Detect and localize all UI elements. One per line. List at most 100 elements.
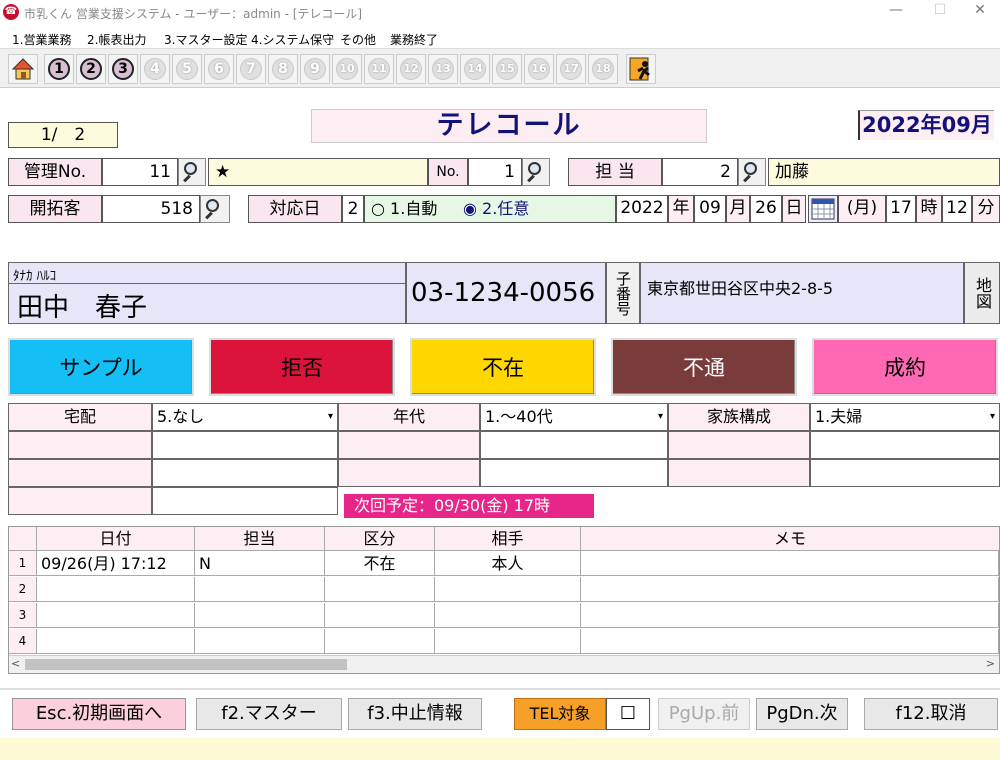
menu-system[interactable]: 4.システム保守	[251, 31, 334, 48]
extra-field-7[interactable]	[152, 487, 338, 515]
cell-date	[37, 629, 195, 654]
tel-target-label: TEL対象	[514, 698, 606, 730]
tanto-label: 担 当	[568, 158, 662, 186]
toolbar-button-14[interactable]: 14	[460, 54, 490, 84]
home-button[interactable]	[8, 54, 38, 84]
horizontal-scrollbar[interactable]: < >	[9, 655, 999, 673]
toolbar-button-4[interactable]: 4	[140, 54, 170, 84]
year-input[interactable]: 2022	[616, 195, 668, 223]
taiou-mode-input[interactable]: 2	[342, 195, 364, 223]
number-10-icon: 10	[336, 58, 358, 80]
takuhai-select[interactable]: 5.なし ▾	[152, 403, 338, 431]
close-button[interactable]: ✕	[960, 2, 1000, 22]
menu-master[interactable]: 3.マスター設定	[164, 31, 247, 48]
extra-label-6	[668, 459, 810, 487]
cell-tanto	[195, 629, 325, 654]
toolbar-button-16[interactable]: 16	[524, 54, 554, 84]
toolbar-button-7[interactable]: 7	[236, 54, 266, 84]
toolbar-button-2[interactable]: 2	[76, 54, 106, 84]
extra-field-6[interactable]	[810, 459, 1000, 487]
no-search-button[interactable]	[522, 158, 550, 186]
extra-label-1	[8, 431, 152, 459]
minimize-button[interactable]: —	[876, 2, 916, 22]
toolbar-button-1[interactable]: 1	[44, 54, 74, 84]
cell-memo	[581, 577, 999, 602]
esc-home-button[interactable]: Esc.初期画面へ	[12, 698, 186, 730]
tanto-input[interactable]: 2	[662, 158, 738, 186]
toolbar-button-8[interactable]: 8	[268, 54, 298, 84]
maximize-button[interactable]: ☐	[920, 2, 960, 22]
scrollbar-thumb[interactable]	[25, 659, 347, 670]
kanri-search-button[interactable]	[178, 158, 206, 186]
extra-field-1[interactable]	[152, 431, 338, 459]
kanri-no-input[interactable]: 11	[102, 158, 178, 186]
menu-eigyo[interactable]: 1.営業業務	[12, 31, 71, 48]
tel-target-checkbox[interactable]: ☐	[606, 698, 650, 730]
day-input[interactable]: 26	[750, 195, 782, 223]
extra-field-2[interactable]	[480, 431, 668, 459]
customer-phone[interactable]: 03-1234-0056	[406, 262, 606, 324]
pgdn-next-button[interactable]: PgDn.次	[756, 698, 848, 730]
menu-exit[interactable]: 業務終了	[390, 31, 438, 48]
toolbar-button-10[interactable]: 10	[332, 54, 362, 84]
pgup-prev-button[interactable]: PgUp.前	[658, 698, 750, 730]
col-memo: メモ	[581, 527, 999, 551]
result-absent-button[interactable]: 不在	[410, 338, 596, 396]
kaitaku-input[interactable]: 518	[102, 195, 200, 223]
menu-chohyo[interactable]: 2.帳表出力	[87, 31, 146, 48]
scroll-left-icon[interactable]: <	[11, 657, 20, 670]
number-1-icon: 1	[48, 58, 70, 80]
toolbar-button-18[interactable]: 18	[588, 54, 618, 84]
toolbar-button-15[interactable]: 15	[492, 54, 522, 84]
result-refuse-button[interactable]: 拒否	[209, 338, 395, 396]
toolbar-button-3[interactable]: 3	[108, 54, 138, 84]
result-contract-button[interactable]: 成約	[812, 338, 998, 396]
toolbar-button-17[interactable]: 17	[556, 54, 586, 84]
number-9-icon: 9	[304, 58, 326, 80]
kobango-label: 子番号	[606, 262, 640, 324]
kazoku-select[interactable]: 1.夫婦 ▾	[810, 403, 1000, 431]
cell-n: 2	[9, 577, 37, 602]
radio-manual[interactable]: ◉ 2.任意	[463, 196, 529, 222]
extra-field-3[interactable]	[810, 431, 1000, 459]
menu-other[interactable]: その他	[340, 31, 376, 48]
f2-master-button[interactable]: f2.マスター	[196, 698, 342, 730]
f3-stop-info-button[interactable]: f3.中止情報	[348, 698, 482, 730]
toolbar-button-11[interactable]: 11	[364, 54, 394, 84]
cell-aite	[435, 629, 581, 654]
result-no-answer-button[interactable]: 不通	[611, 338, 797, 396]
no-input[interactable]: 1	[468, 158, 522, 186]
tanto-search-button[interactable]	[738, 158, 766, 186]
extra-field-4[interactable]	[152, 459, 338, 487]
toolbar-button-6[interactable]: 6	[204, 54, 234, 84]
cell-tanto: N	[195, 551, 325, 576]
customer-address: 東京都世田谷区中央2-8-5	[640, 262, 964, 324]
f12-cancel-button[interactable]: f12.取消	[864, 698, 998, 730]
customer-name-block: ﾀﾅｶ ﾊﾙｺ 田中 春子	[8, 262, 406, 324]
col-date: 日付	[37, 527, 195, 551]
toolbar-button-12[interactable]: 12	[396, 54, 426, 84]
kaitaku-search-button[interactable]	[200, 195, 230, 223]
radio-auto[interactable]: ○ 1.自動	[371, 196, 437, 222]
exit-work-button[interactable]	[626, 54, 656, 84]
chevron-down-icon: ▾	[327, 411, 333, 422]
hour-input[interactable]: 17	[886, 195, 916, 223]
toolbar-button-9[interactable]: 9	[300, 54, 330, 84]
extra-field-5[interactable]	[480, 459, 668, 487]
toolbar-button-13[interactable]: 13	[428, 54, 458, 84]
scroll-right-icon[interactable]: >	[986, 657, 995, 670]
result-sample-button[interactable]: サンプル	[8, 338, 194, 396]
map-button[interactable]: 地図	[964, 262, 1000, 324]
cell-memo	[581, 603, 999, 628]
toolbar-button-5[interactable]: 5	[172, 54, 202, 84]
minute-input[interactable]: 12	[942, 195, 972, 223]
cell-n: 4	[9, 629, 37, 654]
cell-tanto	[195, 603, 325, 628]
number-3-icon: 3	[112, 58, 134, 80]
number-2-icon: 2	[80, 58, 102, 80]
month-input[interactable]: 09	[694, 195, 726, 223]
cell-aite	[435, 577, 581, 602]
calendar-button[interactable]	[808, 195, 838, 223]
extra-label-5	[338, 459, 480, 487]
nendai-select[interactable]: 1.～40代 ▾	[480, 403, 668, 431]
